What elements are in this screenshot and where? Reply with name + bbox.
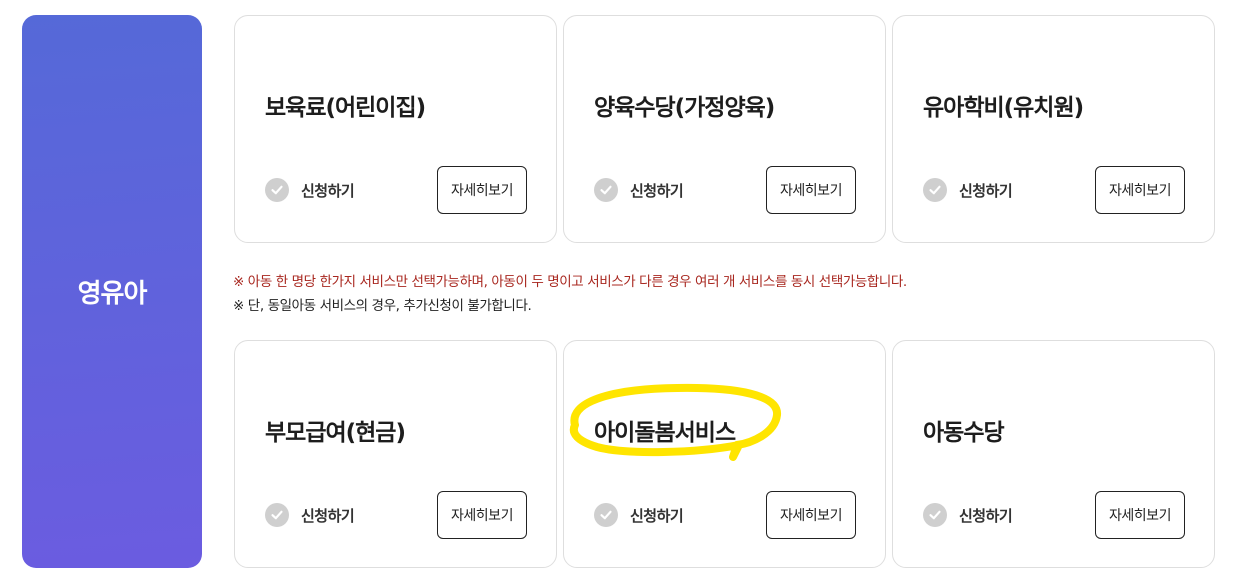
apply-option[interactable]: 신청하기 — [594, 178, 684, 202]
card-title: 아이돌봄서비스 — [594, 420, 736, 446]
apply-option[interactable]: 신청하기 — [923, 178, 1013, 202]
apply-option[interactable]: 신청하기 — [923, 503, 1013, 527]
card-title: 아동수당 — [923, 420, 1005, 446]
category-panel: 영유아 — [22, 15, 202, 568]
card-title: 양육수당(가정양육) — [594, 95, 775, 121]
apply-label: 신청하기 — [630, 506, 684, 525]
service-card-childcare-fee: 보육료(어린이집) 신청하기 자세히보기 — [234, 15, 557, 243]
apply-option[interactable]: 신청하기 — [594, 503, 684, 527]
apply-label: 신청하기 — [301, 506, 355, 525]
apply-label: 신청하기 — [959, 506, 1013, 525]
check-circle-icon[interactable] — [594, 503, 618, 527]
apply-label: 신청하기 — [301, 181, 355, 200]
notice-line-1: ※ 아동 한 명당 한가지 서비스만 선택가능하며, 아동이 두 명이고 서비스… — [233, 274, 907, 290]
card-title: 부모급여(현금) — [265, 420, 406, 446]
detail-button[interactable]: 자세히보기 — [766, 491, 856, 539]
check-circle-icon[interactable] — [923, 503, 947, 527]
card-title: 보육료(어린이집) — [265, 95, 426, 121]
service-card-parent-benefit: 부모급여(현금) 신청하기 자세히보기 — [234, 340, 557, 568]
apply-label: 신청하기 — [959, 181, 1013, 200]
card-title: 유아학비(유치원) — [923, 95, 1084, 121]
service-card-home-care-allowance: 양육수당(가정양육) 신청하기 자세히보기 — [563, 15, 886, 243]
check-circle-icon[interactable] — [923, 178, 947, 202]
detail-button[interactable]: 자세히보기 — [437, 166, 527, 214]
service-card-kindergarten-fee: 유아학비(유치원) 신청하기 자세히보기 — [892, 15, 1215, 243]
service-card-child-allowance: 아동수당 신청하기 자세히보기 — [892, 340, 1215, 568]
service-selection-page: 영유아 보육료(어린이집) 신청하기 자세히보기 양육수당(가정양육) 신청하기… — [0, 0, 1256, 577]
check-circle-icon[interactable] — [594, 178, 618, 202]
detail-button[interactable]: 자세히보기 — [1095, 166, 1185, 214]
service-card-child-care-service: 아이돌봄서비스 신청하기 자세히보기 — [563, 340, 886, 568]
check-circle-icon[interactable] — [265, 503, 289, 527]
notice-line-2: ※ 단, 동일아동 서비스의 경우, 추가신청이 불가합니다. — [233, 298, 532, 314]
check-circle-icon[interactable] — [265, 178, 289, 202]
category-label: 영유아 — [77, 279, 148, 309]
apply-option[interactable]: 신청하기 — [265, 178, 355, 202]
detail-button[interactable]: 자세히보기 — [437, 491, 527, 539]
apply-option[interactable]: 신청하기 — [265, 503, 355, 527]
notice: ※ 아동 한 명당 한가지 서비스만 선택가능하며, 아동이 두 명이고 서비스… — [233, 270, 907, 318]
detail-button[interactable]: 자세히보기 — [1095, 491, 1185, 539]
apply-label: 신청하기 — [630, 181, 684, 200]
detail-button[interactable]: 자세히보기 — [766, 166, 856, 214]
